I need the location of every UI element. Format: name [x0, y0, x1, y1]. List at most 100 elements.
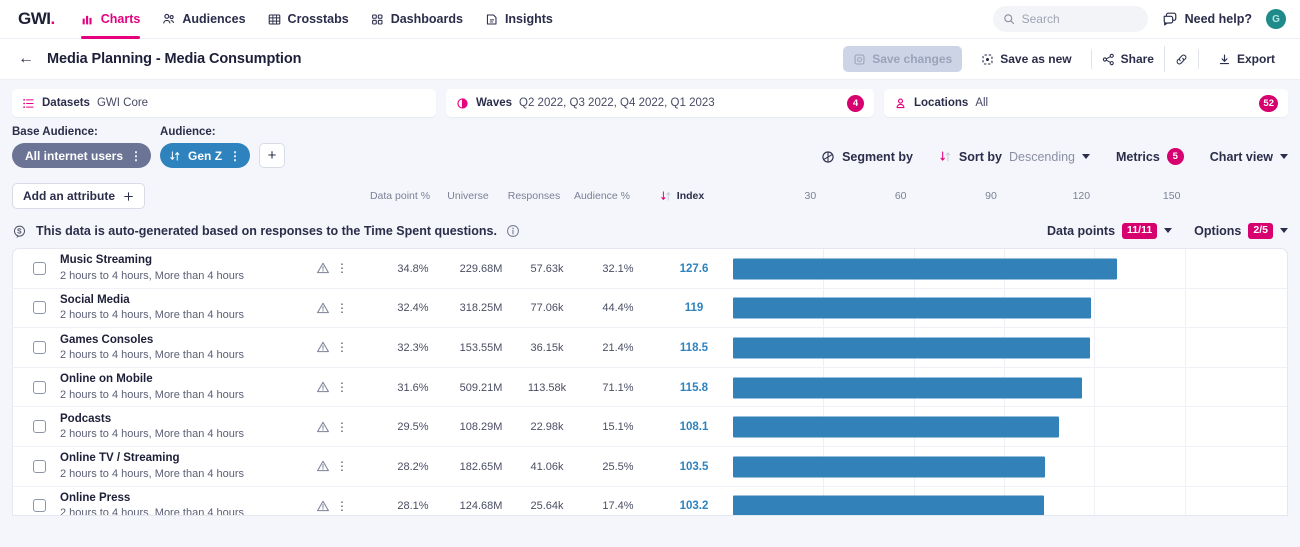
nav-tab-audiences[interactable]: Audiences [162, 0, 246, 39]
index-bar[interactable] [733, 495, 1044, 515]
row-checkbox[interactable] [33, 380, 46, 394]
index-bar[interactable] [733, 456, 1045, 478]
bar-cell [733, 249, 1287, 289]
base-audience-label: All internet users [25, 148, 124, 163]
row-subtitle: 2 hours to 4 hours, More than 4 hours [60, 467, 245, 480]
warning-icon[interactable] [315, 261, 331, 275]
filter-locations[interactable]: Locations All 52 [884, 89, 1288, 117]
warning-icon[interactable] [315, 420, 331, 434]
row-checkbox[interactable] [33, 261, 46, 275]
cell-universe: 229.68M [459, 262, 503, 275]
column-header-responses[interactable]: Responses [500, 178, 568, 214]
filter-datasets[interactable]: Datasets GWI Core [12, 89, 436, 117]
metrics-label: Metrics [1116, 149, 1160, 164]
table-row[interactable]: Online on Mobile 2 hours to 4 hours, More… [13, 368, 1287, 408]
chevron-down-icon[interactable] [1280, 154, 1288, 159]
metrics-button[interactable]: Metrics 5 [1116, 148, 1184, 165]
save-changes-button[interactable]: Save changes [843, 46, 963, 72]
row-menu-kebab-icon[interactable]: ⋮ [331, 262, 353, 274]
table-row[interactable]: Games Consoles 2 hours to 4 hours, More t… [13, 328, 1287, 368]
chart-table: Music Streaming 2 hours to 4 hours, More … [12, 248, 1288, 516]
bar-cell [733, 289, 1287, 329]
save-icon [853, 53, 866, 66]
chevron-down-icon[interactable] [1164, 228, 1173, 234]
table-row[interactable]: Podcasts 2 hours to 4 hours, More than 4 … [13, 407, 1287, 447]
filter-waves[interactable]: Waves Q2 2022, Q3 2022, Q4 2022, Q1 2023… [446, 89, 874, 117]
row-menu-kebab-icon[interactable]: ⋮ [331, 341, 353, 353]
index-bar[interactable] [733, 416, 1059, 438]
warning-icon[interactable] [315, 301, 331, 315]
row-checkbox[interactable] [33, 459, 46, 473]
chat-bubble-icon [1162, 11, 1178, 27]
row-checkbox[interactable] [33, 499, 46, 513]
copy-link-button[interactable] [1164, 46, 1198, 72]
audience-kebab-icon[interactable]: ⋮ [229, 150, 241, 162]
cell-responses: 22.98k [530, 421, 564, 434]
sort-by-button[interactable]: Sort by Descending [939, 150, 1090, 164]
index-bar[interactable] [733, 297, 1092, 319]
audience-pill-gen-z[interactable]: Gen Z ⋮ [160, 143, 251, 168]
row-menu-kebab-icon[interactable]: ⋮ [331, 460, 353, 472]
chevron-down-icon[interactable] [1082, 154, 1090, 159]
export-icon [1218, 53, 1231, 66]
info-icon[interactable] [506, 224, 520, 238]
row-label: Online TV / Streaming 2 hours to 4 hours,… [60, 451, 315, 481]
cell-audience-pct: 17.4% [602, 500, 634, 513]
logo-text: GWI [18, 9, 51, 28]
save-as-new-button[interactable]: Save as new [970, 46, 1083, 72]
plus-icon: + [267, 147, 277, 164]
column-header-universe[interactable]: Universe [434, 178, 502, 214]
options-selector[interactable]: Options 2/5 [1194, 223, 1288, 239]
save-changes-label: Save changes [872, 52, 953, 66]
column-header-data-point[interactable]: Data point % [360, 178, 440, 214]
segment-by-button[interactable]: Segment by [821, 150, 913, 164]
nav-items: Charts Audiences Crosstabs Dashboards In… [80, 0, 553, 39]
chevron-down-icon[interactable] [1280, 228, 1288, 234]
row-title: Music Streaming [60, 254, 153, 267]
nav-tab-insights[interactable]: Insights [485, 0, 553, 39]
table-row[interactable]: Online Press 2 hours to 4 hours, More tha… [13, 487, 1287, 515]
index-bar[interactable] [733, 337, 1090, 359]
save-as-new-label: Save as new [1000, 52, 1072, 66]
row-menu-kebab-icon[interactable]: ⋮ [331, 302, 353, 314]
index-bar[interactable] [733, 258, 1118, 280]
table-row[interactable]: Online TV / Streaming 2 hours to 4 hours,… [13, 447, 1287, 487]
gwi-logo[interactable]: GWI. [18, 9, 55, 29]
gwi-charts-app: GWI. Charts Audiences Crosstabs Dashboar… [0, 0, 1300, 547]
row-checkbox[interactable] [33, 301, 46, 315]
avatar[interactable]: G [1266, 9, 1286, 29]
base-audience-pill[interactable]: All internet users ⋮ [12, 143, 152, 168]
share-button[interactable]: Share [1091, 46, 1164, 72]
table-row[interactable]: Social Media 2 hours to 4 hours, More tha… [13, 289, 1287, 329]
data-points-label: Data points [1046, 223, 1116, 238]
row-menu-kebab-icon[interactable]: ⋮ [331, 500, 353, 512]
warning-icon[interactable] [315, 380, 331, 394]
need-help-button[interactable]: Need help? [1162, 11, 1252, 27]
nav-tab-crosstabs[interactable]: Crosstabs [268, 0, 349, 39]
add-audience-button[interactable]: + [259, 143, 286, 168]
index-bar[interactable] [733, 377, 1082, 399]
nav-tab-dashboards[interactable]: Dashboards [371, 0, 463, 39]
warning-icon[interactable] [315, 340, 331, 354]
data-points-selector[interactable]: Data points 11/11 [1046, 223, 1173, 239]
nav-tab-charts[interactable]: Charts [80, 0, 140, 39]
cell-responses: 41.06k [530, 460, 564, 473]
back-arrow-icon[interactable]: ← [18, 51, 34, 67]
row-checkbox[interactable] [33, 340, 46, 354]
cell-index: 108.1 [679, 421, 709, 434]
row-menu-kebab-icon[interactable]: ⋮ [331, 381, 353, 393]
column-header-audience-pct[interactable]: Audience % [566, 178, 638, 214]
export-button[interactable]: Export [1206, 46, 1286, 72]
table-row[interactable]: Music Streaming 2 hours to 4 hours, More … [13, 249, 1287, 289]
chart-view-button[interactable]: Chart view [1210, 150, 1288, 164]
axis-tick-90: 90 [985, 190, 997, 202]
row-menu-kebab-icon[interactable]: ⋮ [331, 421, 353, 433]
search-input[interactable]: Search [992, 6, 1148, 32]
row-checkbox[interactable] [33, 420, 46, 434]
column-header-index[interactable]: Index [646, 178, 718, 214]
insights-icon [485, 12, 499, 26]
base-audience-kebab-icon[interactable]: ⋮ [130, 150, 142, 162]
row-label: Podcasts 2 hours to 4 hours, More than 4 … [60, 412, 315, 442]
warning-icon[interactable] [315, 499, 331, 513]
warning-icon[interactable] [315, 459, 331, 473]
